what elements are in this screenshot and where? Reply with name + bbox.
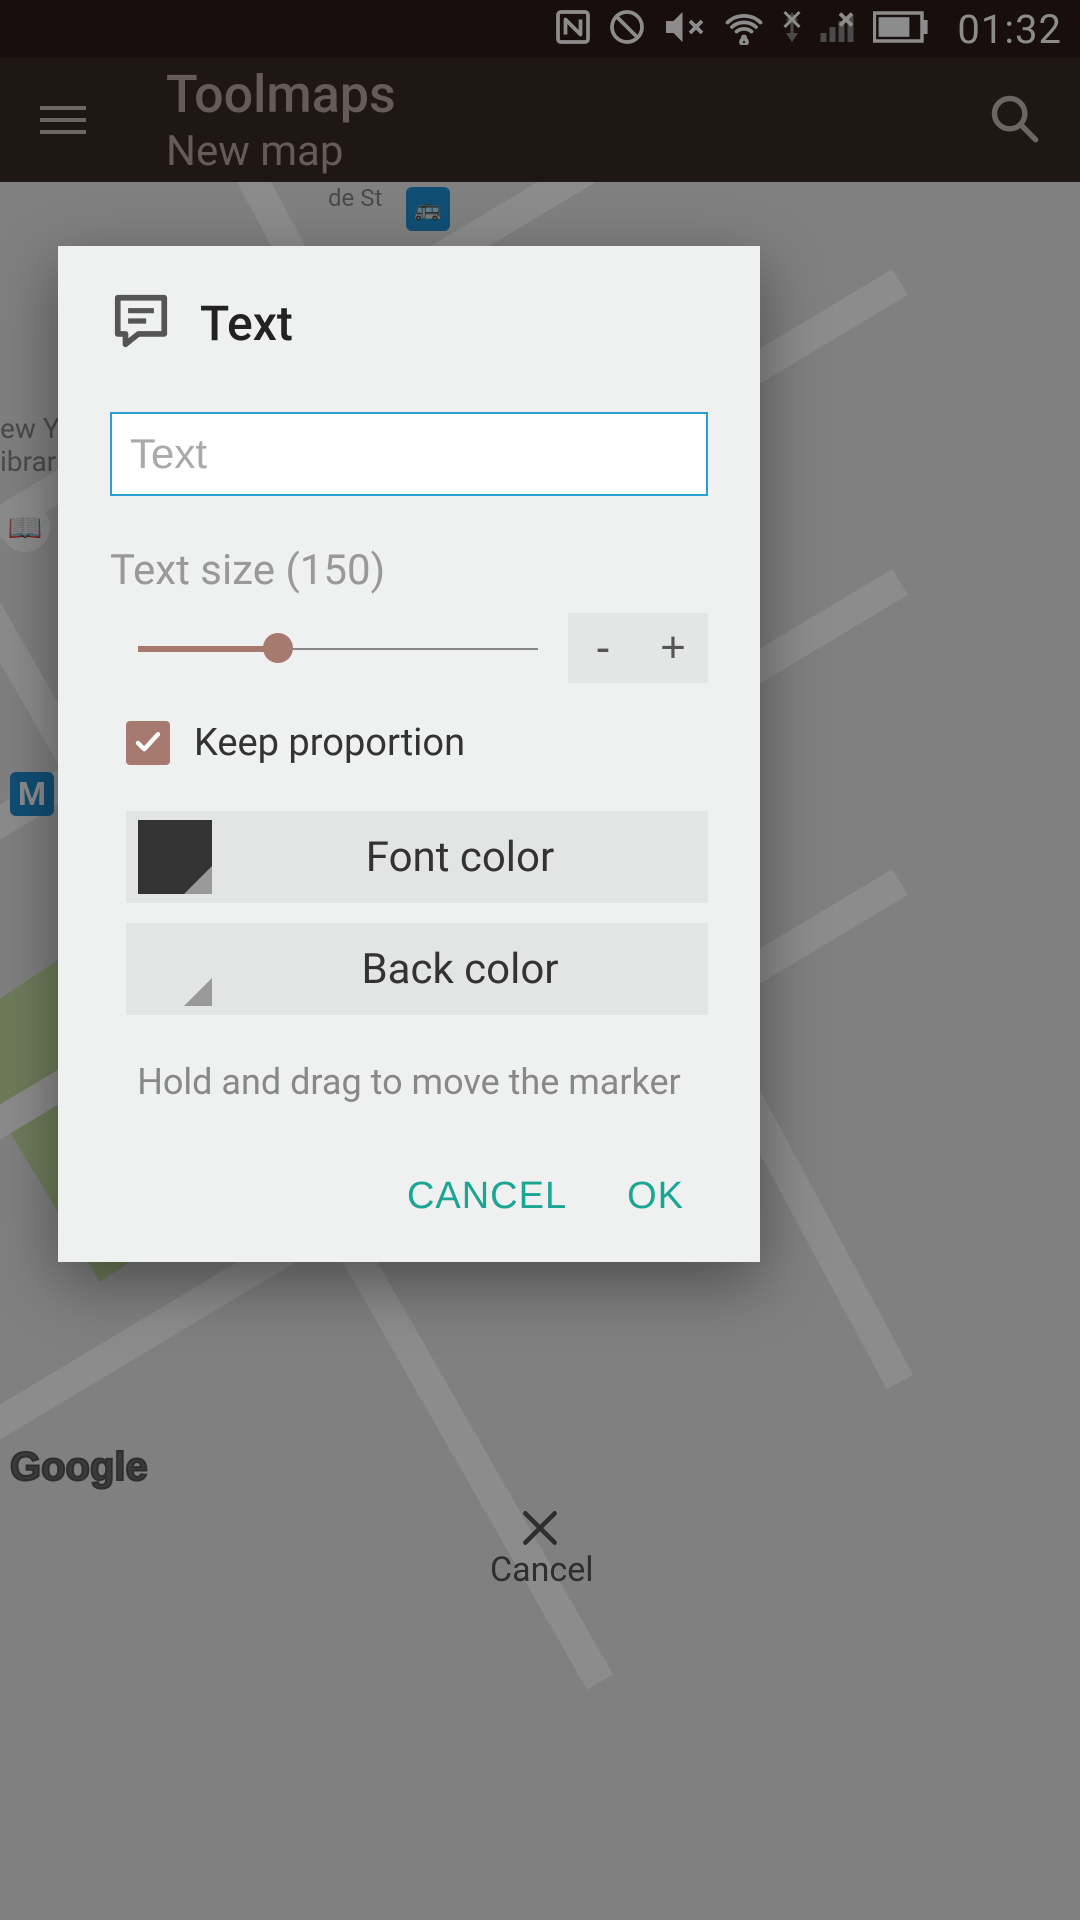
font-color-label: Font color <box>212 833 708 882</box>
size-section: Text size (150) - + <box>110 546 708 683</box>
keep-proportion-row[interactable]: Keep proportion <box>110 721 708 765</box>
text-input[interactable] <box>110 412 708 496</box>
dialog-title: Text <box>200 295 293 352</box>
size-label-prefix: Text size ( <box>110 546 300 595</box>
size-slider[interactable] <box>138 628 538 668</box>
dialog-header: Text <box>110 290 708 356</box>
decrease-button[interactable]: - <box>568 613 638 683</box>
back-color-button[interactable]: Back color <box>126 923 708 1015</box>
size-value: 150 <box>300 546 371 595</box>
back-color-label: Back color <box>212 945 708 994</box>
dialog-actions: CANCEL OK <box>110 1175 708 1232</box>
stepper: - + <box>568 613 708 683</box>
font-color-button[interactable]: Font color <box>126 811 708 903</box>
text-icon <box>110 290 172 356</box>
hint-text: Hold and drag to move the marker <box>110 1061 708 1103</box>
back-color-swatch <box>138 932 212 1006</box>
increase-button[interactable]: + <box>638 613 708 683</box>
size-label-suffix: ) <box>371 546 386 595</box>
ok-button[interactable]: OK <box>627 1175 684 1218</box>
check-icon <box>133 728 163 758</box>
size-label: Text size (150) <box>110 546 708 595</box>
keep-proportion-label: Keep proportion <box>194 721 465 765</box>
slider-thumb[interactable] <box>263 633 293 663</box>
font-color-swatch <box>138 820 212 894</box>
text-dialog: Text Text size (150) - + Keep proportion… <box>58 246 760 1262</box>
keep-proportion-checkbox[interactable] <box>126 721 170 765</box>
cancel-button[interactable]: CANCEL <box>407 1175 567 1218</box>
